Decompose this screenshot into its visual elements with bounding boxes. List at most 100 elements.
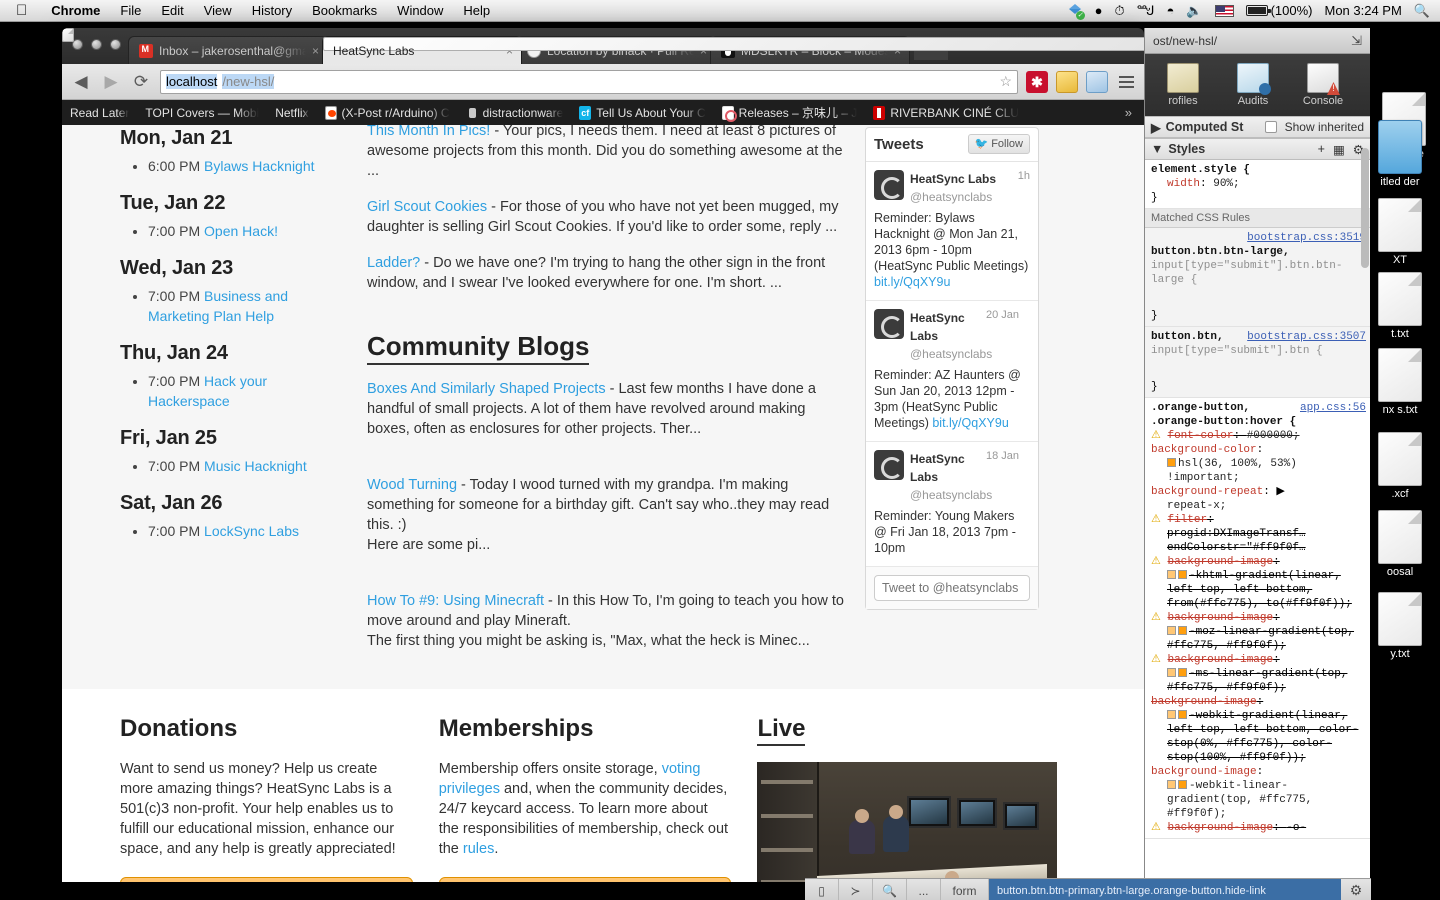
element-style-rule[interactable]: element.style { width: 90%; } bbox=[1145, 160, 1370, 209]
input-language-flag-icon[interactable] bbox=[1214, 4, 1234, 17]
color-swatch[interactable] bbox=[1178, 570, 1187, 579]
clock-alarm-icon[interactable]: ⏱ bbox=[1115, 3, 1125, 19]
chrome-menu-button[interactable] bbox=[1116, 75, 1136, 88]
color-swatch[interactable] bbox=[1167, 626, 1176, 635]
close-tab-icon[interactable]: × bbox=[312, 44, 319, 58]
css-rule[interactable]: bootstrap.css:3507 button.btn, input[typ… bbox=[1145, 327, 1370, 398]
dock-icon[interactable]: ▯ bbox=[805, 878, 839, 900]
search-icon[interactable]: 🔍 bbox=[873, 878, 907, 900]
menu-help[interactable]: Help bbox=[453, 3, 500, 18]
css-declaration[interactable]: ⚠ background-image: -ms-linear-gradient(… bbox=[1151, 653, 1366, 695]
bookmark-read-later[interactable]: Read Later bbox=[62, 28, 129, 120]
css-declaration[interactable]: background-image: -webkit-linear-gradien… bbox=[1151, 765, 1366, 821]
blog-link[interactable]: Boxes And Similarly Shaped Projects bbox=[367, 381, 606, 397]
css-property[interactable]: font-color bbox=[1167, 430, 1233, 442]
color-swatch[interactable] bbox=[1178, 780, 1187, 789]
bookmark-arduino-xpost[interactable]: (X-Post r/Arduino) C bbox=[324, 105, 450, 120]
disclosure-down-icon[interactable]: ▼ bbox=[1151, 142, 1163, 156]
menubar-clock[interactable]: Mon 3:24 PM bbox=[1324, 3, 1401, 18]
back-button[interactable]: ◀ bbox=[70, 73, 92, 90]
bookmark-star-icon[interactable]: ☆ bbox=[999, 73, 1012, 90]
devtools-tab-audits[interactable]: Audits bbox=[1221, 63, 1285, 107]
bookmark-riverbank-cine-club[interactable]: RIVERBANK CINÉ CLU bbox=[873, 105, 1019, 120]
menu-bookmarks[interactable]: Bookmarks bbox=[302, 3, 387, 18]
breadcrumb-ellipsis[interactable]: ... bbox=[907, 878, 941, 900]
menu-history[interactable]: History bbox=[242, 3, 302, 18]
devtools-tab-console[interactable]: Console bbox=[1291, 63, 1355, 107]
css-property[interactable]: background-image bbox=[1167, 822, 1273, 834]
rule-source-link[interactable]: bootstrap.css:3519 bbox=[1247, 231, 1366, 245]
tweet-item[interactable]: HeatSync Labs @heatsynclabs 1h Reminder:… bbox=[866, 162, 1038, 301]
css-declaration[interactable]: ⚠ background-image: -khtml-gradient(line… bbox=[1151, 555, 1366, 611]
rule-source-link[interactable]: app.css:56 bbox=[1300, 401, 1366, 415]
breadcrumb-selected-element[interactable]: button.btn.btn-primary.btn-large.orange-… bbox=[989, 878, 1341, 900]
css-value[interactable]: -ms-linear-gradient(top, #ffc775, #ff9f0… bbox=[1167, 668, 1347, 694]
rules-link[interactable]: rules bbox=[463, 841, 494, 857]
css-value[interactable]: -moz-linear-gradient(top, #ffc775, #ff9f… bbox=[1167, 626, 1354, 652]
styles-section-header[interactable]: ▼ Styles + ▦ ⚙ bbox=[1145, 138, 1370, 160]
event-link[interactable]: Music Hacknight bbox=[204, 458, 307, 474]
bookmark-releases[interactable]: Releases – 京味儿 – J bbox=[721, 104, 857, 122]
breadcrumb-form[interactable]: form bbox=[941, 878, 989, 900]
bookmark-tell-us-about-your-c[interactable]: cf Tell Us About Your C bbox=[579, 105, 706, 120]
disclosure-right-icon[interactable]: ▶ bbox=[1151, 120, 1161, 135]
wifi-icon[interactable]: ◓ bbox=[1167, 3, 1175, 18]
event-link[interactable]: Open Hack! bbox=[204, 223, 278, 239]
css-value[interactable]: 90%; bbox=[1213, 178, 1239, 190]
zoom-window-button[interactable] bbox=[110, 39, 121, 50]
css-property[interactable]: background-image bbox=[1167, 612, 1273, 624]
css-property[interactable]: background-image bbox=[1151, 696, 1257, 708]
new-style-rule-icon[interactable]: + bbox=[1318, 142, 1325, 156]
tab-inbox[interactable]: Inbox – jakerosenthal@gmai × bbox=[128, 36, 328, 64]
screenshot-extension-icon[interactable] bbox=[1086, 70, 1108, 93]
bookmark-distractionware[interactable]: distractionware bbox=[465, 105, 563, 120]
css-declaration[interactable]: background-image: -webkit-gradient(linea… bbox=[1151, 695, 1366, 765]
lastpass-extension-icon[interactable]: ✱ bbox=[1026, 70, 1048, 93]
show-inherited-checkbox[interactable] bbox=[1264, 121, 1277, 133]
css-value[interactable]: -webkit-gradient(linear, left top, left … bbox=[1167, 710, 1358, 764]
menu-chrome[interactable]: Chrome bbox=[41, 3, 110, 18]
notes-extension-icon[interactable] bbox=[1056, 70, 1078, 93]
color-swatch[interactable] bbox=[1178, 626, 1187, 635]
color-swatch[interactable] bbox=[1178, 710, 1187, 719]
console-drawer-icon[interactable]: ≻ bbox=[839, 878, 873, 900]
im-ready-button[interactable]: I'm ready bbox=[438, 877, 732, 882]
css-property[interactable]: width bbox=[1167, 178, 1200, 190]
devtools-tab-profiles[interactable]: rofiles bbox=[1151, 63, 1215, 107]
dropbox-icon[interactable]: ✓ bbox=[1068, 3, 1085, 20]
twitter-follow-button[interactable]: 🐦 Follow bbox=[967, 134, 1030, 154]
expand-icon[interactable]: ▶ bbox=[1276, 486, 1284, 498]
bookmarks-overflow-button[interactable]: » bbox=[1125, 105, 1136, 120]
css-value[interactable]: -o- bbox=[1286, 822, 1306, 834]
tweet-link[interactable]: bit.ly/QqXY9u bbox=[874, 275, 950, 289]
tab-heatsync-labs[interactable]: HeatSync Labs × bbox=[322, 36, 1144, 64]
color-swatch[interactable] bbox=[1167, 458, 1176, 467]
styles-pane-scrollbar[interactable] bbox=[1361, 148, 1369, 268]
blog-link[interactable]: Wood Turning bbox=[367, 477, 457, 493]
css-property[interactable]: background-image bbox=[1167, 556, 1273, 568]
menu-file[interactable]: File bbox=[110, 3, 151, 18]
css-declaration[interactable]: background-repeat: ▶ repeat-x; bbox=[1151, 485, 1366, 513]
css-property[interactable]: filter bbox=[1167, 514, 1207, 526]
menu-edit[interactable]: Edit bbox=[151, 3, 193, 18]
spotlight-search-icon[interactable]: 🔍 bbox=[1414, 3, 1430, 19]
tweet-item[interactable]: HeatSync Labs @heatsynclabs 20 Jan Remin… bbox=[866, 301, 1038, 442]
color-swatch[interactable] bbox=[1167, 570, 1176, 579]
webcam-image[interactable] bbox=[757, 762, 1058, 882]
color-swatch[interactable] bbox=[1167, 780, 1176, 789]
reload-button[interactable]: ⟳ bbox=[130, 73, 152, 90]
css-declaration[interactable]: ⚠ font-color: #000000; bbox=[1151, 429, 1366, 443]
css-value[interactable]: #000000; bbox=[1247, 430, 1300, 442]
tweet-compose-input[interactable] bbox=[874, 575, 1030, 601]
css-property[interactable]: background-repeat bbox=[1151, 486, 1263, 498]
bluetooth-icon[interactable]: ᙳ bbox=[1137, 3, 1155, 19]
post-link[interactable]: Girl Scout Cookies bbox=[367, 199, 487, 215]
color-swatch[interactable] bbox=[1167, 668, 1176, 677]
settings-gear-icon[interactable]: ⚙ bbox=[1341, 882, 1371, 899]
color-swatch[interactable] bbox=[1178, 668, 1187, 677]
undock-icon[interactable]: ⇲ bbox=[1351, 33, 1362, 49]
css-value[interactable]: repeat-x; bbox=[1167, 500, 1226, 512]
event-link[interactable]: LockSync Labs bbox=[204, 523, 299, 539]
css-value[interactable]: progid:DXImageTransf… endColorstr="#ff9f… bbox=[1151, 527, 1366, 555]
apple-menu-icon[interactable]:  bbox=[16, 3, 27, 18]
